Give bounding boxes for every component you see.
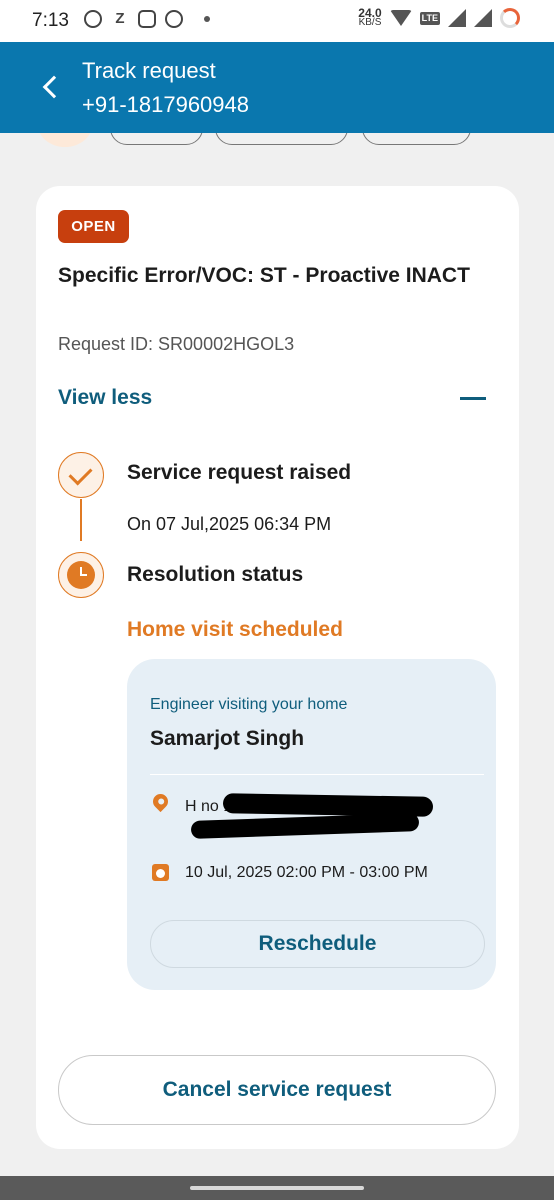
zee5-icon: Z [115, 10, 125, 27]
timeline-connector [80, 499, 82, 541]
page-title: Track request [82, 58, 216, 83]
cancel-request-button[interactable]: Cancel service request [58, 1055, 496, 1125]
divider [150, 774, 484, 775]
request-title: Specific Error/VOC: ST - Proactive INACT [58, 264, 470, 287]
lte-icon: LTE [419, 11, 440, 25]
app-header: Track request +91-1817960948 [0, 42, 554, 133]
engineer-visit-card: Engineer visiting your home Samarjot Sin… [127, 659, 496, 990]
request-id: Request ID: SR00002HGOL3 [58, 334, 295, 354]
filter-chips-row [0, 133, 554, 153]
timeline-step-raised-date: On 07 Jul,2025 06:34 PM [127, 514, 332, 534]
timeline-step-resolution: Resolution status [127, 563, 304, 586]
visit-label: Engineer visiting your home [150, 696, 348, 713]
timeline-step-raised: Service request raised [127, 461, 352, 484]
battery-icon [500, 8, 520, 28]
request-card: OPEN Specific Error/VOC: ST - Proactive … [36, 186, 519, 1149]
network-speed: 24.0 KB/S [358, 6, 382, 28]
system-icons: 24.0 KB/S LTE [358, 6, 520, 28]
calendar-clock-icon [152, 864, 169, 881]
view-less-link[interactable]: View less [58, 386, 152, 410]
filter-chip-3[interactable] [362, 133, 471, 145]
reschedule-button[interactable]: Reschedule [150, 920, 485, 968]
chip-avatar [38, 133, 92, 147]
wifi-icon [389, 10, 412, 26]
engineer-name: Samarjot Singh [150, 727, 305, 750]
visit-time-slot: 10 Jul, 2025 02:00 PM - 03:00 PM [185, 864, 428, 881]
filter-chip-2[interactable] [215, 133, 348, 145]
app-notification-icon [165, 10, 183, 28]
phone-number: +91-1817960948 [82, 92, 249, 117]
location-pin-icon [149, 790, 172, 813]
collapse-minus-icon[interactable] [460, 397, 486, 400]
status-bar: 7:13 Z 24.0 KB/S LTE [0, 0, 554, 42]
signal-icon-2 [474, 9, 492, 27]
check-circle-icon [58, 452, 104, 498]
system-nav-bar [0, 1176, 554, 1200]
status-time: 7:13 [32, 10, 69, 31]
home-gesture-bar[interactable] [190, 1186, 364, 1190]
clock-icon [58, 552, 104, 598]
instagram-icon [138, 10, 156, 28]
back-arrow-icon[interactable] [40, 76, 62, 98]
resolution-status-text: Home visit scheduled [127, 618, 343, 641]
filter-chip-1[interactable] [110, 133, 203, 145]
status-badge: OPEN [58, 210, 129, 243]
more-notifications-icon [204, 16, 210, 22]
whatsapp-icon [84, 10, 102, 28]
notification-icons: Z [84, 10, 210, 28]
signal-icon [448, 9, 466, 27]
